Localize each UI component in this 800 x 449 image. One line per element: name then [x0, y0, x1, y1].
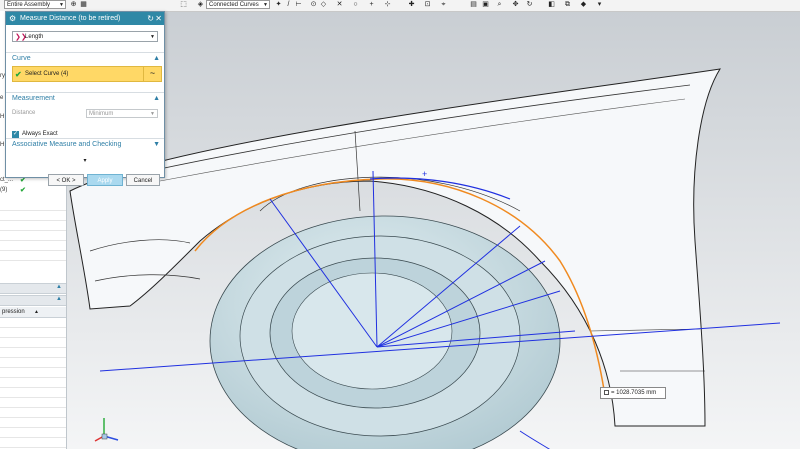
checkbox-checked-icon[interactable]: ✓	[12, 131, 19, 138]
check-icon: ✔	[15, 70, 22, 79]
table-row[interactable]	[0, 328, 66, 338]
section-measurement[interactable]: Measurement ▲	[6, 92, 164, 104]
apply-button[interactable]: Apply	[87, 174, 123, 186]
cube-icon[interactable]: ◈	[197, 1, 204, 8]
list-item[interactable]	[0, 221, 66, 231]
selection-scope-icon[interactable]: ⬚	[180, 1, 187, 8]
list-item[interactable]	[0, 231, 66, 241]
measure-type-select[interactable]: ❯❯ Length ▼	[12, 31, 158, 42]
pan-icon[interactable]: ✥	[512, 1, 519, 8]
close-icon[interactable]: ✕	[155, 12, 162, 25]
table-row[interactable]	[0, 318, 66, 328]
distance-select[interactable]: Minimum ▼	[86, 109, 158, 118]
chevron-down-icon[interactable]: ▼	[153, 139, 160, 150]
table-row[interactable]	[0, 438, 66, 448]
chevron-up-icon[interactable]: ▲	[153, 93, 160, 104]
check-icon: ✔	[20, 187, 26, 194]
list-item[interactable]	[0, 241, 66, 251]
table-row[interactable]	[0, 358, 66, 368]
table-row[interactable]	[0, 388, 66, 398]
nav-fragment-3: H	[0, 114, 5, 120]
dialog-title: Measure Distance (to be retired)	[20, 15, 121, 22]
panel-section-header[interactable]: ▲	[0, 283, 66, 294]
coordinate-triad-icon	[94, 418, 119, 442]
chevron-up-icon[interactable]: ▲	[56, 284, 62, 290]
curve-rule-select[interactable]: Connected Curves ▼	[206, 0, 270, 9]
distance-label: Distance	[12, 110, 36, 116]
center-point-icon[interactable]: ⊙	[310, 1, 317, 8]
chevron-up-icon[interactable]: ▲	[153, 53, 160, 64]
quadrant-point-icon[interactable]: ◇	[320, 1, 327, 8]
zoom-icon[interactable]: ⌕	[496, 1, 503, 8]
dialog-titlebar[interactable]: ⚙ Measure Distance (to be retired) ↻ ✕	[6, 12, 164, 25]
mid-point-icon[interactable]: ⊢	[295, 1, 302, 8]
column-header-expression[interactable]: pression ▲	[0, 307, 66, 318]
chevron-up-icon[interactable]: ▲	[56, 296, 62, 302]
rotate-icon[interactable]: ↻	[526, 1, 533, 8]
point-icon[interactable]: +	[368, 1, 375, 8]
gear-icon[interactable]: ⚙	[9, 12, 16, 25]
table-row[interactable]	[0, 398, 66, 408]
list-item[interactable]	[0, 251, 66, 261]
ok-button[interactable]: < OK >	[48, 174, 84, 186]
panel-section-header[interactable]: ▲	[0, 295, 66, 306]
table-row[interactable]	[0, 408, 66, 418]
view-orientation-icon[interactable]: ⧉	[564, 1, 571, 8]
table-row[interactable]	[0, 428, 66, 438]
table-row[interactable]	[0, 338, 66, 348]
measurement-result-label[interactable]: = 1028.7035 mm	[600, 387, 666, 399]
bounded-grid-icon[interactable]: ⊡	[424, 1, 431, 8]
nav-fragment-4: H	[0, 142, 5, 148]
layer-icon[interactable]: ▤	[470, 1, 477, 8]
table-row[interactable]	[0, 348, 66, 358]
selection-icon[interactable]: ⊕	[70, 1, 77, 8]
sort-icon[interactable]: ▲	[34, 307, 39, 317]
chevron-down-icon[interactable]: ▼	[150, 32, 155, 43]
nav-fragment-2: e	[0, 95, 4, 101]
render-style-icon[interactable]: ◧	[548, 1, 555, 8]
fit-view-icon[interactable]: ▣	[482, 1, 489, 8]
snap-point-icon[interactable]: ✦	[275, 1, 282, 8]
assembly-filter-select[interactable]: Entire Assembly ▼	[4, 0, 66, 9]
reset-icon[interactable]: ↻	[147, 12, 154, 25]
cancel-button[interactable]: Cancel	[126, 174, 160, 186]
intersection-icon[interactable]: ✕	[336, 1, 343, 8]
cube-view-icon[interactable]: ◆	[580, 1, 587, 8]
dimension-handle-icon	[604, 389, 609, 395]
list-item[interactable]	[0, 201, 66, 211]
tangent-icon[interactable]: ○	[352, 1, 359, 8]
measure-distance-dialog: ⚙ Measure Distance (to be retired) ↻ ✕ ❯…	[5, 11, 165, 186]
end-point-icon[interactable]: /	[285, 1, 292, 8]
more-options-icon[interactable]: ▾	[596, 1, 603, 8]
select-curve-row[interactable]: ✔ Select Curve (4) ~	[12, 66, 162, 82]
table-row[interactable]	[0, 418, 66, 428]
table-row[interactable]	[0, 368, 66, 378]
section-curve[interactable]: Curve ▲	[6, 52, 164, 64]
section-associative-measure[interactable]: Associative Measure and Checking ▼	[6, 138, 164, 150]
nav-fragment-6: (9)	[0, 187, 8, 193]
chevron-down-icon: ▼	[150, 111, 155, 117]
view-icon[interactable]: ⌖	[440, 1, 447, 8]
filter-icon[interactable]: ▦	[80, 1, 87, 8]
list-item[interactable]	[0, 211, 66, 221]
table-row[interactable]	[0, 378, 66, 388]
existing-point-icon[interactable]: ✚	[408, 1, 415, 8]
curve-icon[interactable]: ~	[143, 67, 161, 81]
point-on-curve-icon[interactable]: ⊹	[384, 1, 391, 8]
more-options-icon[interactable]: ▾	[6, 158, 164, 164]
svg-text:+: +	[422, 169, 427, 179]
